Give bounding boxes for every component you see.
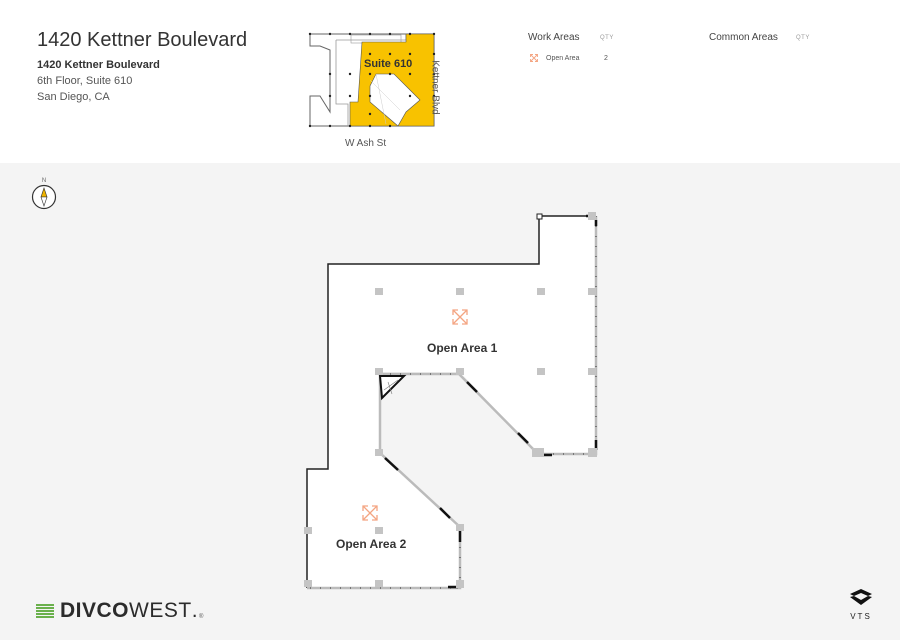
legend-common-areas-heading: Common Areas <box>709 32 778 43</box>
legend-item-qty: 2 <box>604 54 608 62</box>
brand-light: WEST <box>129 599 192 622</box>
legend-item-label: Open Area <box>546 54 580 62</box>
vts-logo: VTS <box>843 588 879 621</box>
floor-plan <box>304 212 598 600</box>
key-plan-suite-label: Suite 610 <box>364 58 412 70</box>
street-label-ash: W Ash St <box>345 138 387 149</box>
legend-common-areas-qty-label: QTY <box>796 35 810 41</box>
legend-work-areas-qty-label: QTY <box>600 35 614 41</box>
expand-arrows-icon <box>530 54 538 62</box>
vts-logo-icon <box>850 589 872 605</box>
address-city: San Diego, CA <box>37 91 110 103</box>
legend-item-open-area: Open Area 2 <box>529 53 608 63</box>
brand-bold: DIVCO <box>60 599 130 622</box>
wall-column-marker <box>536 213 543 220</box>
page-title: 1420 Kettner Boulevard <box>37 29 248 51</box>
header: 1420 Kettner Boulevard 1420 Kettner Boul… <box>0 0 900 163</box>
divcowest-bars-icon <box>36 604 54 618</box>
address-building: 1420 Kettner Boulevard <box>37 59 160 71</box>
divcowest-logo: DIVCO WEST . ® <box>36 599 203 623</box>
area-label-open-area-2[interactable]: Open Area 2 <box>336 537 406 551</box>
vts-logo-text: VTS <box>850 612 872 621</box>
street-label-kettner: Kettner Blvd <box>429 60 441 115</box>
key-plan: Suite 610 <box>308 32 436 128</box>
address-suite: 6th Floor, Suite 610 <box>37 75 133 87</box>
legend-work-areas-heading: Work Areas <box>528 32 580 43</box>
area-label-open-area-1[interactable]: Open Area 1 <box>427 341 497 355</box>
brand-registered: ® <box>199 614 204 620</box>
brand-mark: . <box>191 599 199 622</box>
